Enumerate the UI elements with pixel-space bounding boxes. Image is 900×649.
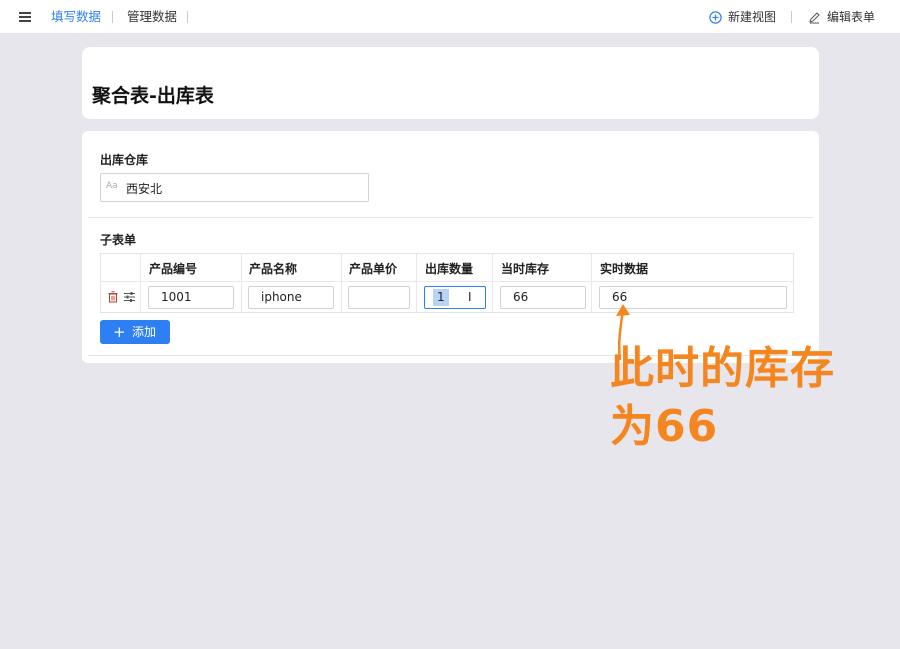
col-divider — [341, 254, 342, 312]
menu-icon[interactable] — [19, 12, 31, 22]
column-header: 产品单价 — [349, 262, 398, 276]
col-divider — [416, 254, 417, 312]
column-header: 实时数据 — [600, 262, 649, 276]
tab-divider — [112, 11, 113, 23]
new-view-button[interactable]: 新建视图 — [709, 9, 776, 25]
product-code-input[interactable]: 1001 — [148, 286, 234, 309]
row-settings-icon[interactable] — [124, 292, 135, 302]
out-quantity-input[interactable]: 1 I — [424, 286, 486, 309]
annotation-line-2: 为66 — [610, 401, 719, 452]
column-header: 出库数量 — [425, 262, 474, 276]
plus-circle-icon — [709, 11, 722, 24]
tab-manage-data[interactable]: 管理数据 — [127, 9, 177, 25]
column-header: 当时库存 — [501, 262, 550, 276]
unit-price-input[interactable] — [348, 286, 410, 309]
product-name-input[interactable]: iphone — [248, 286, 334, 309]
top-bar: 填写数据 管理数据 新建视图 编辑表单 — [0, 0, 900, 34]
col-divider — [492, 254, 493, 312]
form-card: 出库仓库 Aa 西安北 子表单 产品编号 产品名称 产品单价 出库数量 当时库存… — [82, 131, 819, 363]
subform-table: 产品编号 产品名称 产品单价 出库数量 当时库存 实时数据 1001 iphon… — [100, 253, 794, 313]
form-title-card: 聚合表-出库表 — [82, 47, 819, 119]
add-row-label: 添加 — [132, 325, 157, 339]
action-divider — [791, 11, 792, 23]
stock-then-input[interactable]: 66 — [500, 286, 586, 309]
section-divider — [88, 217, 813, 218]
subform-label: 子表单 — [100, 233, 137, 247]
col-divider — [591, 254, 592, 312]
column-header: 产品编号 — [149, 262, 198, 276]
new-view-label: 新建视图 — [728, 10, 777, 24]
edit-pen-icon — [809, 12, 820, 24]
header-divider — [101, 281, 793, 282]
plus-icon: + — [113, 323, 126, 341]
delete-row-icon[interactable] — [108, 291, 118, 303]
warehouse-input[interactable]: Aa 西安北 — [100, 173, 369, 202]
annotation-text: 此时的库存 为66 — [610, 340, 895, 456]
column-header: 产品名称 — [249, 262, 298, 276]
warehouse-label: 出库仓库 — [100, 153, 149, 167]
warehouse-value: 西安北 — [126, 182, 163, 196]
edit-form-button[interactable]: 编辑表单 — [808, 9, 875, 25]
col-divider — [241, 254, 242, 312]
text-cursor-icon: I — [468, 290, 472, 304]
col-divider — [140, 254, 141, 312]
page-title: 聚合表-出库表 — [92, 85, 214, 107]
selected-text: 1 — [433, 289, 449, 306]
add-row-button[interactable]: + 添加 — [100, 320, 170, 344]
tab-divider — [187, 11, 188, 23]
text-type-icon: Aa — [106, 181, 118, 191]
edit-form-label: 编辑表单 — [827, 10, 876, 24]
tab-fill-data[interactable]: 填写数据 — [51, 9, 101, 25]
annotation-line-1: 此时的库存 — [610, 343, 835, 394]
